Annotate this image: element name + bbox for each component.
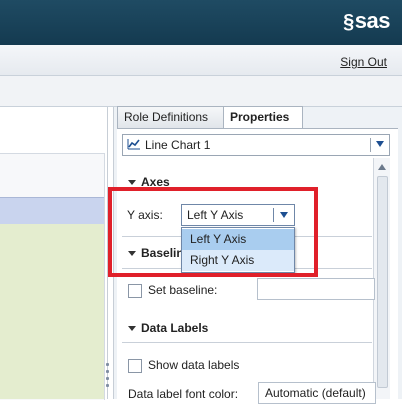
panel-splitter-handle[interactable] bbox=[106, 363, 110, 393]
app-header: §sas bbox=[0, 0, 402, 45]
scrollbar-thumb[interactable] bbox=[377, 176, 388, 388]
set-baseline-label: Set baseline: bbox=[148, 283, 218, 297]
y-axis-value: Left Y Axis bbox=[187, 208, 244, 222]
tab-properties[interactable]: Properties bbox=[223, 106, 303, 129]
scroll-up-icon[interactable] bbox=[378, 164, 386, 170]
sas-logo-mark-icon: § bbox=[343, 11, 354, 33]
report-canvas[interactable] bbox=[0, 107, 108, 400]
option-left-y-axis[interactable]: Left Y Axis bbox=[182, 229, 294, 250]
chart-header-band bbox=[0, 197, 104, 225]
y-axis-dropdown[interactable]: Left Y Axis bbox=[181, 204, 295, 226]
collapse-triangle-icon[interactable] bbox=[128, 180, 136, 186]
sign-out-link[interactable]: Sign Out bbox=[340, 55, 387, 69]
font-color-dropdown[interactable]: Automatic (default) bbox=[258, 382, 376, 404]
object-selector[interactable]: Line Chart 1 bbox=[122, 134, 390, 156]
y-axis-label: Y axis: bbox=[127, 208, 163, 222]
sas-logo: §sas bbox=[343, 8, 390, 34]
chevron-down-icon[interactable] bbox=[376, 141, 384, 147]
collapse-triangle-icon[interactable] bbox=[128, 326, 136, 332]
chart-plot-area[interactable] bbox=[0, 224, 104, 399]
toolbar bbox=[0, 76, 402, 107]
section-data-labels-header[interactable]: Data Labels bbox=[128, 321, 208, 335]
line-chart-icon bbox=[127, 139, 140, 150]
option-right-y-axis[interactable]: Right Y Axis bbox=[182, 250, 294, 271]
chevron-down-icon[interactable] bbox=[280, 212, 288, 218]
user-bar: Sign Out bbox=[0, 45, 402, 76]
show-data-labels-label: Show data labels bbox=[148, 358, 240, 372]
section-data-labels-title: Data Labels bbox=[141, 321, 209, 335]
collapse-triangle-icon[interactable] bbox=[128, 251, 136, 257]
section-divider bbox=[122, 342, 372, 343]
section-axes-header[interactable]: Axes bbox=[128, 175, 170, 189]
object-selector-value: Line Chart 1 bbox=[145, 138, 211, 152]
font-color-value: Automatic (default) bbox=[265, 386, 366, 400]
tab-role-definitions[interactable]: Role Definitions bbox=[117, 106, 225, 128]
baseline-value-field[interactable] bbox=[257, 278, 375, 300]
section-axes-title: Axes bbox=[141, 175, 170, 189]
set-baseline-checkbox[interactable] bbox=[128, 284, 142, 298]
show-data-labels-checkbox[interactable] bbox=[128, 359, 142, 373]
y-axis-dropdown-list: Left Y Axis Right Y Axis bbox=[181, 227, 295, 273]
sas-logo-text: sas bbox=[354, 8, 391, 33]
panel-scrollbar[interactable] bbox=[373, 158, 390, 399]
